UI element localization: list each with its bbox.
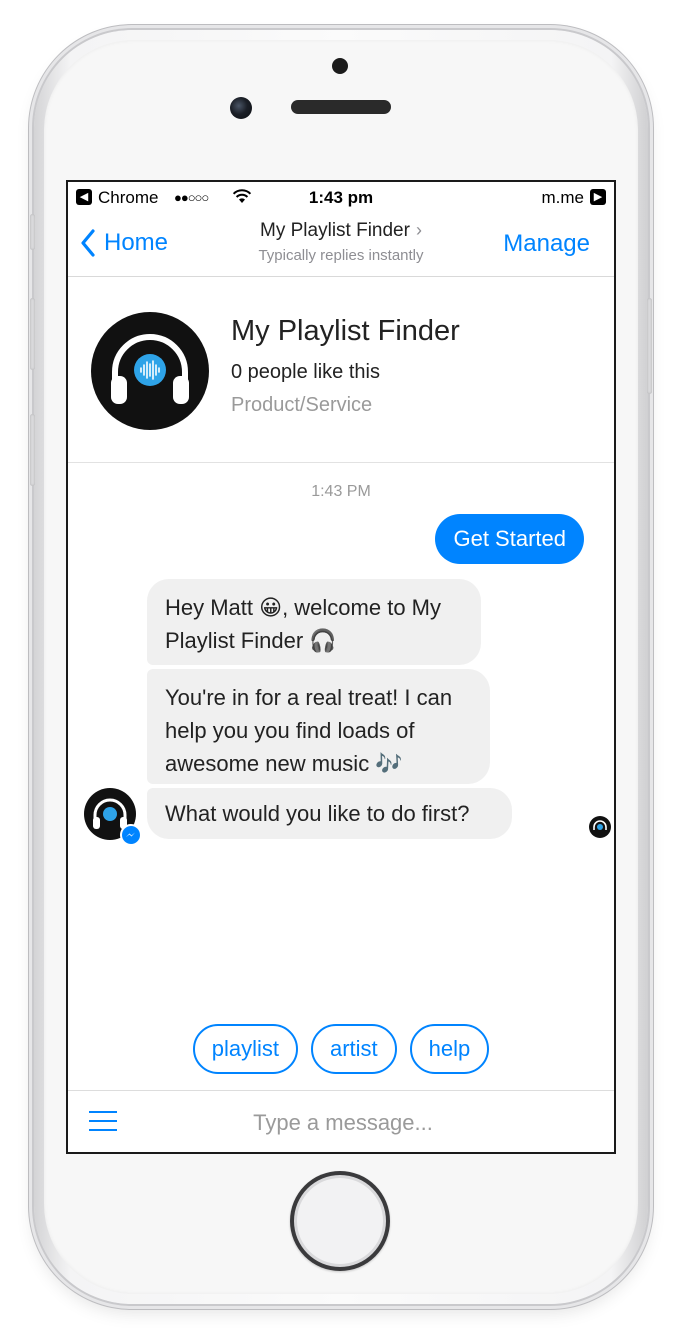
messenger-icon bbox=[120, 824, 142, 846]
message-text-line: Playlist Finder 🎧 bbox=[165, 628, 337, 653]
home-button[interactable] bbox=[290, 1171, 390, 1271]
message-input[interactable] bbox=[158, 1105, 528, 1141]
read-receipt-avatar-icon bbox=[589, 816, 611, 838]
incoming-message-bubble[interactable]: Hey Matt 😀, welcome to My Playlist Finde… bbox=[147, 579, 481, 665]
incoming-message-bubble[interactable]: What would you like to do first? bbox=[147, 788, 512, 839]
message-composer bbox=[68, 1090, 614, 1152]
manage-button[interactable]: Manage bbox=[503, 230, 590, 258]
quick-reply-artist[interactable]: artist bbox=[310, 1024, 397, 1074]
quick-reply-playlist[interactable]: playlist bbox=[192, 1024, 298, 1074]
front-camera bbox=[230, 97, 252, 119]
message-timestamp: 1:43 PM bbox=[311, 483, 371, 500]
earpiece-speaker bbox=[291, 100, 391, 114]
clock: 1:43 pm bbox=[308, 188, 374, 207]
proximity-sensor bbox=[332, 58, 348, 74]
page-profile-header: My Playlist Finder 0 people like this Pr… bbox=[68, 277, 614, 463]
page-title-text: My Playlist Finder bbox=[260, 220, 410, 241]
phone-screen: ◀ Chrome ●●○○○ 1:43 pm m.me ▶ Home My Pl… bbox=[66, 180, 616, 1154]
chevron-right-icon: › bbox=[415, 220, 422, 240]
message-text-line: You're in for a real treat! I can bbox=[165, 685, 453, 710]
message-text-line: awesome new music 🎶 bbox=[165, 751, 403, 776]
url-domain[interactable]: m.me bbox=[542, 188, 585, 208]
incoming-message-bubble[interactable]: You're in for a real treat! I can help y… bbox=[147, 669, 490, 784]
navigation-bar: Home My Playlist Finder › Typically repli… bbox=[68, 214, 614, 277]
volume-down-button bbox=[30, 414, 35, 486]
quick-reply-help[interactable]: help bbox=[409, 1024, 490, 1074]
hamburger-menu-icon[interactable] bbox=[89, 1111, 117, 1131]
headphones-icon[interactable] bbox=[91, 312, 209, 430]
page-category: Product/Service bbox=[231, 394, 373, 416]
message-text-line: Hey Matt 😀, welcome to My bbox=[165, 595, 441, 620]
volume-up-button bbox=[30, 298, 35, 370]
mute-switch bbox=[30, 214, 35, 250]
page-name[interactable]: My Playlist Finder bbox=[231, 315, 460, 348]
page-likes: 0 people like this bbox=[231, 361, 380, 383]
outgoing-message-bubble[interactable]: Get Started bbox=[435, 514, 584, 564]
message-text-line: help you you find loads of bbox=[165, 718, 415, 743]
quick-replies: playlist artist help bbox=[68, 1024, 614, 1074]
status-bar: ◀ Chrome ●●○○○ 1:43 pm m.me ▶ bbox=[68, 182, 614, 214]
power-button bbox=[647, 298, 652, 394]
forward-icon[interactable]: ▶ bbox=[590, 189, 606, 205]
